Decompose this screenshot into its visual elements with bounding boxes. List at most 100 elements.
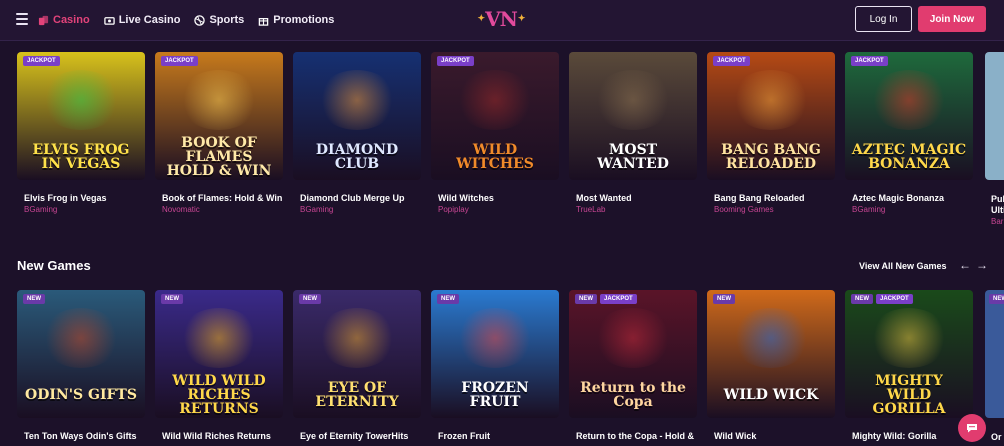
game-provider[interactable]: Booming Games <box>707 205 835 214</box>
game-provider[interactable]: BGaming <box>845 205 973 214</box>
game-logo-art: FROZEN FRUIT <box>461 380 529 410</box>
nav-sports-label: Sports <box>209 14 245 26</box>
badge-new: NEW <box>437 294 459 304</box>
game-card-partial-title: Pul Ulti Bar <box>991 194 1004 227</box>
badge-jackpot: JACKPOT <box>161 56 198 66</box>
logo-text: VN <box>485 7 518 31</box>
main-nav: Casino Live Casino Sports Promotions <box>38 0 334 40</box>
login-button[interactable]: Log In <box>855 6 912 32</box>
game-thumbnail[interactable]: ELVIS FROG IN VEGAS JACKPOT <box>17 52 145 180</box>
game-thumbnail[interactable]: AZTEC MAGIC BONANZA JACKPOT <box>845 52 973 180</box>
game-thumbnail[interactable]: DIAMOND CLUB <box>293 52 421 180</box>
game-card[interactable]: MIGHTY WILD GORILLA NEW JACKPOT Mighty Wild… <box>845 290 973 441</box>
game-card[interactable]: WILD WICK NEW Wild Wick <box>707 290 835 441</box>
badge-new: NEW <box>23 294 45 304</box>
badge-jackpot: JACKPOT <box>713 56 750 66</box>
badge-group: JACKPOT <box>437 56 474 66</box>
game-card[interactable]: MOST WANTED Most Wanted TrueLab <box>569 52 697 214</box>
game-logo-art: WILD WITCHES <box>456 142 534 172</box>
game-provider[interactable]: Novomatic <box>155 205 283 214</box>
badge-group: JACKPOT <box>713 56 750 66</box>
game-logo-art: Return to the Copa <box>580 380 686 410</box>
badge-new: NEW <box>575 294 597 304</box>
game-thumbnail[interactable]: Return to the Copa NEW JACKPOT <box>569 290 697 418</box>
game-card[interactable]: AZTEC MAGIC BONANZA JACKPOT Aztec Magic Bo… <box>845 52 973 214</box>
thumbnail-artwork <box>179 308 259 368</box>
game-logo-art: ODIN'S GIFTS <box>25 387 137 403</box>
game-title[interactable]: Wild Witches <box>431 193 559 203</box>
game-card[interactable]: BOOK OF FLAMES HOLD & WIN JACKPOT Book of … <box>155 52 283 214</box>
game-thumbnail[interactable]: BANG BANG RELOADED JACKPOT <box>707 52 835 180</box>
game-thumbnail[interactable]: WILD WITCHES JACKPOT <box>431 52 559 180</box>
game-title[interactable]: Wild Wild Riches Returns <box>155 431 283 441</box>
nav-promotions[interactable]: Promotions <box>258 14 334 26</box>
badge-group: JACKPOT <box>161 56 198 66</box>
game-card[interactable]: ODIN'S GIFTS NEW Ten Ton Ways Odin's Gifts <box>17 290 145 441</box>
game-title[interactable]: Mighty Wild: Gorilla <box>845 431 973 441</box>
game-card[interactable]: EYE OF ETERNITY NEW Eye of Eternity TowerH… <box>293 290 421 441</box>
thumbnail-artwork <box>317 70 397 130</box>
arrow-left-icon[interactable]: ← <box>959 258 971 272</box>
game-logo-art: MOST WANTED <box>597 142 669 172</box>
game-title[interactable]: Aztec Magic Bonanza <box>845 193 973 203</box>
badge-new: NEW <box>989 294 1004 304</box>
nav-casino[interactable]: Casino <box>38 14 90 26</box>
badge-group: JACKPOT <box>23 56 60 66</box>
game-card-partial[interactable] <box>985 52 1004 180</box>
thumbnail-artwork <box>455 70 535 130</box>
badge-group: NEW <box>23 294 45 304</box>
badge-group: NEW <box>161 294 183 304</box>
thumbnail-artwork <box>731 70 811 130</box>
game-card-partial-new[interactable]: NEW <box>985 290 1004 418</box>
game-thumbnail[interactable]: ODIN'S GIFTS NEW <box>17 290 145 418</box>
game-title[interactable]: Elvis Frog in Vegas <box>17 193 145 203</box>
game-provider[interactable]: Popiplay <box>431 205 559 214</box>
menu-icon[interactable] <box>16 13 28 25</box>
thumbnail-artwork <box>317 308 397 368</box>
chat-button[interactable] <box>958 414 986 442</box>
nav-live-casino[interactable]: Live Casino <box>103 14 181 26</box>
game-thumbnail[interactable]: FROZEN FRUIT NEW <box>431 290 559 418</box>
game-card[interactable]: WILD WILD RICHES RETURNS NEW Wild Wild Ric… <box>155 290 283 441</box>
game-logo-art: BANG BANG RELOADED <box>721 142 821 172</box>
game-title[interactable]: Frozen Fruit <box>431 431 559 441</box>
game-thumbnail[interactable]: MOST WANTED <box>569 52 697 180</box>
arrow-right-icon[interactable]: → <box>976 258 988 272</box>
game-title[interactable]: Ten Ton Ways Odin's Gifts <box>17 431 145 441</box>
game-card[interactable]: ELVIS FROG IN VEGAS JACKPOT Elvis Frog in … <box>17 52 145 214</box>
game-provider[interactable]: TrueLab <box>569 205 697 214</box>
game-thumbnail[interactable]: MIGHTY WILD GORILLA NEW JACKPOT <box>845 290 973 418</box>
badge-jackpot: JACKPOT <box>851 56 888 66</box>
game-title[interactable]: Most Wanted <box>569 193 697 203</box>
game-card[interactable]: WILD WITCHES JACKPOT Wild Witches Popiplay <box>431 52 559 214</box>
join-now-button[interactable]: Join Now <box>918 6 986 32</box>
game-title[interactable]: Wild Wick <box>707 431 835 441</box>
game-title[interactable]: Eye of Eternity TowerHits <box>293 431 421 441</box>
game-provider[interactable]: BGaming <box>293 205 421 214</box>
partial-title-line2: Ulti <box>991 205 1004 215</box>
game-title[interactable]: Bang Bang Reloaded <box>707 193 835 203</box>
game-card[interactable]: FROZEN FRUIT NEW Frozen Fruit <box>431 290 559 441</box>
game-title[interactable]: Return to the Copa - Hold & <box>569 431 697 441</box>
nav-live-casino-label: Live Casino <box>118 14 181 26</box>
view-all-new-games-link[interactable]: View All New Games <box>859 261 947 271</box>
game-card[interactable]: BANG BANG RELOADED JACKPOT Bang Bang Reloa… <box>707 52 835 214</box>
game-title[interactable]: Diamond Club Merge Up <box>293 193 421 203</box>
game-provider[interactable]: BGaming <box>17 205 145 214</box>
game-thumbnail[interactable]: WILD WICK NEW <box>707 290 835 418</box>
thumbnail-artwork <box>869 70 949 130</box>
game-title[interactable]: Book of Flames: Hold & Win <box>155 193 283 203</box>
game-card[interactable]: Return to the Copa NEW JACKPOT Return to th… <box>569 290 697 441</box>
game-thumbnail[interactable]: BOOK OF FLAMES HOLD & WIN JACKPOT <box>155 52 283 180</box>
game-thumbnail[interactable]: EYE OF ETERNITY NEW <box>293 290 421 418</box>
site-logo[interactable]: ✦ VN ✦ <box>478 6 526 32</box>
game-card[interactable]: DIAMOND CLUB Diamond Club Merge Up BGaming <box>293 52 421 214</box>
badge-group: JACKPOT <box>851 56 888 66</box>
badge-group: NEW <box>299 294 321 304</box>
top-header: Casino Live Casino Sports Promotions ✦ VN… <box>0 0 1004 41</box>
badge-new: NEW <box>713 294 735 304</box>
thumbnail-artwork <box>41 308 121 368</box>
game-thumbnail[interactable]: WILD WILD RICHES RETURNS NEW <box>155 290 283 418</box>
nav-casino-label: Casino <box>53 14 90 26</box>
nav-sports[interactable]: Sports <box>194 14 244 26</box>
